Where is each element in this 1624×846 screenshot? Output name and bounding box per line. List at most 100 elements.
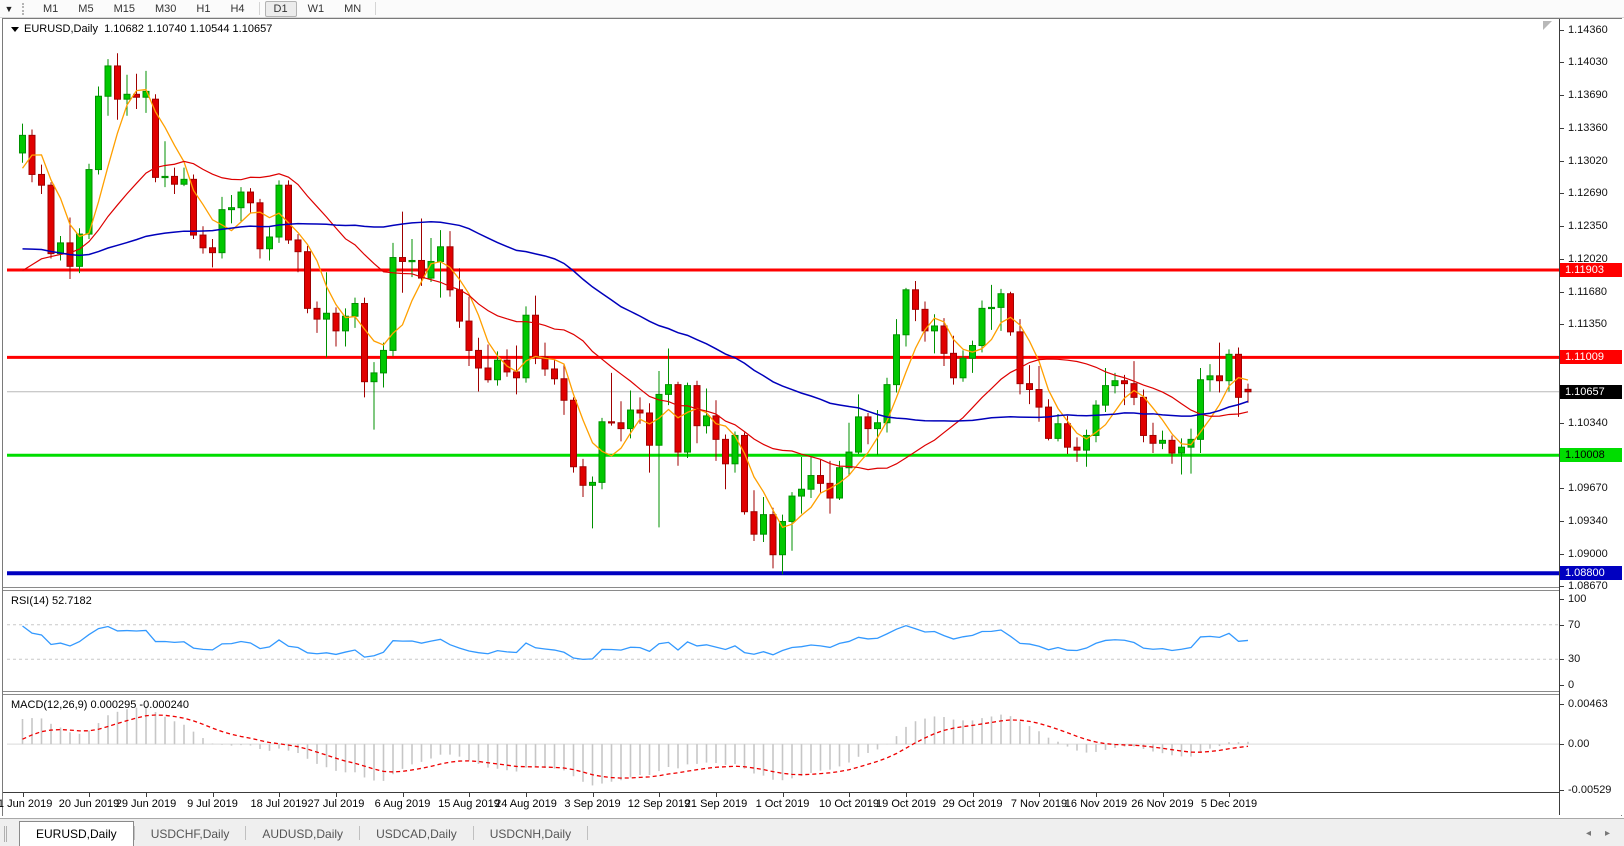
toolbar-grip[interactable] [22, 3, 29, 15]
chart-tab-bar: EURUSD,DailyUSDCHF,DailyAUDUSD,DailyUSDC… [0, 818, 1624, 846]
collapse-triangle-icon[interactable] [11, 27, 19, 32]
timeframe-button-d1[interactable]: D1 [265, 1, 297, 17]
timeframe-button-m5[interactable]: M5 [69, 1, 102, 17]
axis-tick [1560, 128, 1564, 129]
chart-info-line: EURUSD,Daily 1.10682 1.10740 1.10544 1.1… [11, 23, 272, 35]
time-axis-tick [279, 793, 280, 797]
time-axis-tick [1229, 793, 1230, 797]
price-axis-label: 1.11680 [1568, 286, 1607, 298]
rsi-svg [7, 591, 1559, 691]
time-axis-tick [336, 793, 337, 797]
axis-tick [1560, 790, 1564, 791]
macd-svg [7, 695, 1559, 792]
axis-tick [1560, 521, 1564, 522]
price-axis-label: 100 [1568, 593, 1586, 605]
timeframe-button-h4[interactable]: H4 [221, 1, 253, 17]
tab-divider [587, 826, 588, 840]
price-axis-label: 0 [1568, 679, 1574, 691]
time-axis-tick [849, 793, 850, 797]
price-axis-label: 1.13020 [1568, 155, 1608, 167]
timeframe-button-m30[interactable]: M30 [146, 1, 185, 17]
time-axis[interactable]: 11 Jun 201920 Jun 201929 Jun 20199 Jul 2… [3, 792, 1621, 816]
price-chart-svg [7, 20, 1559, 587]
chart-ohlc-values: 1.10682 1.10740 1.10544 1.10657 [104, 23, 272, 35]
chart-tab-usdcnh[interactable]: USDCNH,Daily [474, 823, 587, 846]
time-axis-label: 5 Dec 2019 [1184, 798, 1274, 810]
time-axis-tick [213, 793, 214, 797]
price-axis-label: 1.09000 [1568, 548, 1608, 560]
timeframe-button-h1[interactable]: H1 [187, 1, 219, 17]
price-axis-label: -0.00529 [1568, 784, 1611, 796]
price-axis-label: 1.14030 [1568, 56, 1608, 68]
timeframe-button-m1[interactable]: M1 [34, 1, 67, 17]
time-axis-tick [1039, 793, 1040, 797]
price-axis-label: 1.12350 [1568, 220, 1608, 232]
axis-tick [1560, 423, 1564, 424]
price-level-label: 1.08800 [1560, 566, 1622, 580]
toolbar-separator [375, 2, 376, 15]
tabbar-grip[interactable] [4, 826, 13, 842]
price-level-label: 1.11009 [1560, 350, 1622, 364]
axis-tick [1560, 161, 1564, 162]
axis-tick [1560, 95, 1564, 96]
timeframe-toolbar: ▼ M1M5M15M30H1H4 D1W1MN [0, 0, 1624, 18]
price-axis-label: 70 [1568, 619, 1580, 631]
chart-menu-dropdown-icon[interactable]: ▼ [0, 4, 18, 14]
time-axis-tick [526, 793, 527, 797]
macd-plot-area[interactable] [7, 695, 1559, 792]
time-axis-tick [659, 793, 660, 797]
time-axis-tick [1096, 793, 1097, 797]
price-axis-label: 0.00 [1568, 738, 1589, 750]
chart-tab-eurusd[interactable]: EURUSD,Daily [19, 821, 134, 846]
price-axis-label: 1.09340 [1568, 515, 1608, 527]
time-axis-tick [716, 793, 717, 797]
time-axis-tick [906, 793, 907, 797]
price-axis-label: 1.11350 [1568, 318, 1607, 330]
price-axis-label: 1.13690 [1568, 89, 1608, 101]
time-axis-tick [783, 793, 784, 797]
axis-tick [1560, 259, 1564, 260]
axis-tick [1560, 744, 1564, 745]
price-chart-plot-area[interactable] [7, 20, 1559, 587]
axis-tick [1560, 324, 1564, 325]
price-axis-label: 1.09670 [1568, 482, 1608, 494]
timeframe-button-w1[interactable]: W1 [299, 1, 334, 17]
axis-tick [1560, 292, 1564, 293]
rsi-plot-area[interactable] [7, 591, 1559, 691]
price-axis-label: 0.00463 [1568, 698, 1608, 710]
axis-tick [1560, 226, 1564, 227]
price-level-label: 1.10657 [1560, 385, 1622, 399]
price-axis[interactable]: 1.143601.140301.136901.133601.130201.126… [1559, 19, 1622, 815]
price-axis-label: 1.10340 [1568, 417, 1608, 429]
axis-tick [1560, 554, 1564, 555]
rsi-indicator-label: RSI(14) 52.7182 [11, 595, 92, 607]
time-axis-tick [23, 793, 24, 797]
macd-indicator-label: MACD(12,26,9) 0.000295 -0.000240 [11, 699, 189, 711]
price-level-label: 1.11903 [1560, 263, 1622, 277]
timeframe-button-m15[interactable]: M15 [105, 1, 144, 17]
price-axis-label: 30 [1568, 653, 1580, 665]
chart-tab-usdcad[interactable]: USDCAD,Daily [360, 823, 473, 846]
axis-tick [1560, 685, 1564, 686]
chart-symbol-period: EURUSD,Daily [24, 23, 98, 35]
axis-tick [1560, 586, 1564, 587]
axis-tick [1560, 625, 1564, 626]
time-axis-tick [1163, 793, 1164, 797]
price-axis-label: 1.13360 [1568, 122, 1608, 134]
time-axis-tick [973, 793, 974, 797]
toolbar-separator [259, 2, 260, 15]
timeframe-button-mn[interactable]: MN [335, 1, 370, 17]
axis-tick [1560, 488, 1564, 489]
axis-tick [1560, 62, 1564, 63]
time-axis-tick [146, 793, 147, 797]
time-axis-tick [593, 793, 594, 797]
time-axis-tick [89, 793, 90, 797]
axis-tick [1560, 30, 1564, 31]
time-axis-tick [469, 793, 470, 797]
chart-tab-audusd[interactable]: AUDUSD,Daily [246, 823, 359, 846]
price-level-label: 1.10008 [1560, 448, 1622, 462]
chart-tab-usdchf[interactable]: USDCHF,Daily [135, 823, 246, 846]
chart-window: EURUSD,Daily 1.10682 1.10740 1.10544 1.1… [2, 18, 1622, 816]
tab-scroll-left-icon[interactable]: ◂ [1586, 828, 1591, 839]
tab-scroll-right-icon[interactable]: ▸ [1605, 828, 1610, 839]
